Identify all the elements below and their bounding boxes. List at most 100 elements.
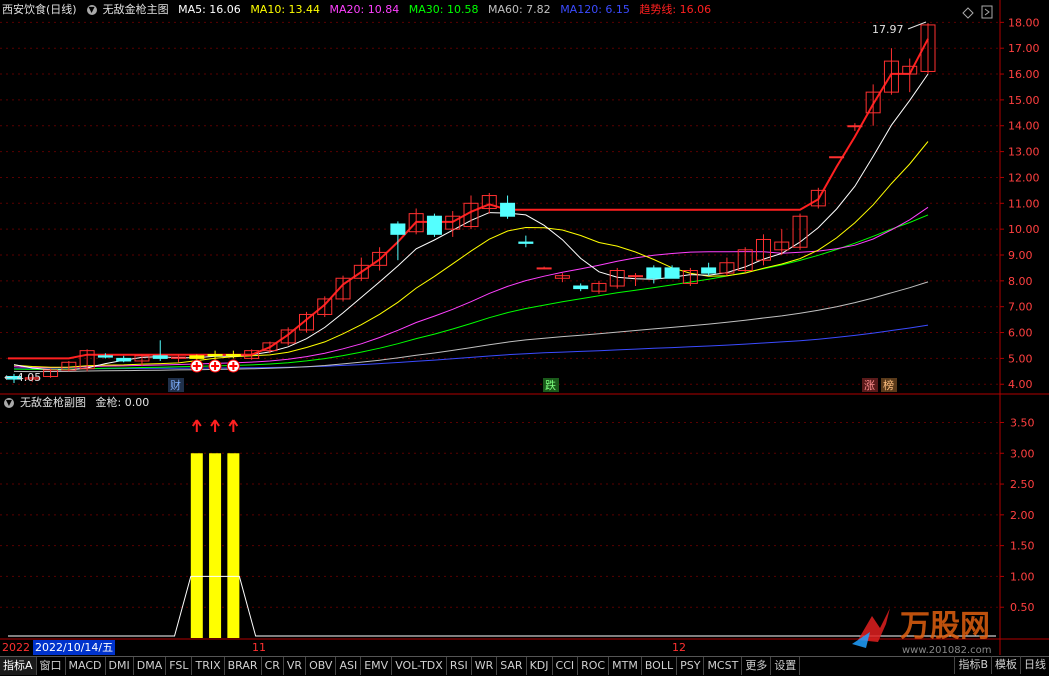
tab-cci[interactable]: CCI bbox=[553, 657, 579, 675]
watermark-icon: 万股网 www.201082.com bbox=[852, 608, 992, 656]
main-axis-label: 11.00 bbox=[1008, 197, 1040, 210]
collapse-sub-icon[interactable]: ▼ bbox=[4, 398, 14, 408]
trend-line bbox=[8, 38, 929, 360]
tab-rsi[interactable]: RSI bbox=[447, 657, 472, 675]
tab-brar[interactable]: BRAR bbox=[225, 657, 262, 675]
jinqiang-bar bbox=[227, 453, 240, 638]
window-toggle-icon bbox=[981, 5, 993, 19]
tag-bang: 榜 bbox=[883, 378, 894, 392]
tab-macd[interactable]: MACD bbox=[66, 657, 106, 675]
sub-axis-label: 3.00 bbox=[1010, 447, 1035, 460]
main-axis-label: 4.00 bbox=[1008, 378, 1033, 391]
main-axis-label: 13.00 bbox=[1008, 146, 1040, 159]
ma120-label: MA120: 6.15 bbox=[560, 3, 630, 16]
tab-obv[interactable]: OBV bbox=[306, 657, 337, 675]
right-tab-0[interactable]: 指标B bbox=[954, 656, 991, 674]
signal-arrow-icon bbox=[228, 419, 239, 432]
ma20-label: MA20: 10.84 bbox=[329, 3, 400, 16]
month-12-label: 12 bbox=[672, 641, 686, 654]
tab-trix[interactable]: TRIX bbox=[192, 657, 225, 675]
ma5-label: MA5: 16.06 bbox=[178, 3, 241, 16]
high-price-pointer bbox=[907, 21, 927, 30]
tab-item-25[interactable]: 设置 bbox=[771, 657, 801, 675]
sub-axis-label: 3.50 bbox=[1010, 416, 1035, 429]
right-tab-2[interactable]: 日线 bbox=[1020, 656, 1049, 674]
main-axis-label: 9.00 bbox=[1008, 249, 1033, 262]
tab-voltdx[interactable]: VOL-TDX bbox=[392, 657, 447, 675]
tab-emv[interactable]: EMV bbox=[361, 657, 393, 675]
tab-asi[interactable]: ASI bbox=[336, 657, 362, 675]
tab-psy[interactable]: PSY bbox=[677, 657, 705, 675]
year-label: 2022 bbox=[2, 641, 30, 654]
sub-chart-header: ▼ 无敌金枪副图 金枪: 0.00 bbox=[0, 395, 155, 411]
signal-arrow-icon bbox=[191, 419, 202, 432]
candle-body bbox=[628, 275, 644, 278]
main-chart-header: 西安饮食(日线) ▼ 无敌金枪主图 MA5: 16.06 MA10: 13.44 M… bbox=[0, 2, 717, 18]
main-axis-label: 18.00 bbox=[1008, 16, 1040, 29]
watermark-logo: 万股网 www.201082.com bbox=[840, 598, 1040, 658]
main-axis-label: 14.00 bbox=[1008, 120, 1040, 133]
tab-dmi[interactable]: DMI bbox=[106, 657, 134, 675]
tab-boll[interactable]: BOLL bbox=[642, 657, 678, 675]
ma60-label: MA60: 7.82 bbox=[487, 3, 551, 16]
tag-cai: 财 bbox=[170, 378, 181, 392]
tab-vr[interactable]: VR bbox=[284, 657, 307, 675]
watermark-sub: www.201082.com bbox=[902, 645, 992, 656]
tab-roc[interactable]: ROC bbox=[578, 657, 610, 675]
candle-body bbox=[207, 354, 223, 357]
tab-mtm[interactable]: MTM bbox=[609, 657, 642, 675]
collapse-main-icon[interactable]: ▼ bbox=[86, 5, 97, 15]
trend-line-label: 趋势线: 16.06 bbox=[639, 3, 712, 16]
tab-item-1[interactable]: 窗口 bbox=[37, 657, 66, 675]
candle-body bbox=[573, 285, 589, 290]
tag-die: 跌 bbox=[545, 378, 556, 392]
watermark-text: 万股网 bbox=[900, 609, 990, 644]
tab-cr[interactable]: CR bbox=[262, 657, 284, 675]
low-price-label: ← 4.05 bbox=[4, 371, 41, 384]
candle-body bbox=[116, 357, 132, 362]
candle-body bbox=[518, 241, 534, 244]
window-toggle-arrow-icon bbox=[984, 8, 990, 16]
candle-body bbox=[701, 267, 717, 274]
jinqiang-bar bbox=[209, 453, 222, 638]
candle-body bbox=[664, 267, 680, 279]
tab-a[interactable]: 指标A bbox=[0, 657, 37, 675]
ma30-line bbox=[13, 214, 929, 370]
main-axis-label: 15.00 bbox=[1008, 94, 1040, 107]
tab-wr[interactable]: WR bbox=[472, 657, 498, 675]
stock-name: 西安饮食(日线) bbox=[2, 3, 77, 16]
tab-sar[interactable]: SAR bbox=[497, 657, 527, 675]
chart-canvas[interactable]: 18.00 17.00 16.00 15.00 14.00 13.00 12.00 11.00… bbox=[0, 0, 1049, 675]
month-11-label: 11 bbox=[252, 641, 266, 654]
sub-axis-label: 1.00 bbox=[1010, 570, 1035, 583]
signal-arrow-icon bbox=[210, 419, 220, 432]
ma120-line bbox=[13, 324, 929, 370]
ma20-line bbox=[13, 206, 929, 369]
candle-body bbox=[646, 267, 662, 279]
candle-body bbox=[189, 355, 205, 359]
candle-body bbox=[426, 215, 442, 235]
jinqiang-bar bbox=[190, 453, 203, 638]
sub-value-label: 金枪: 0.00 bbox=[95, 396, 150, 409]
right-tab-group: 指标B 模板 日线 bbox=[954, 656, 1049, 675]
main-axis-label: 8.00 bbox=[1008, 275, 1033, 288]
main-axis-label: 5.00 bbox=[1008, 352, 1033, 365]
sub-axis-label: 2.00 bbox=[1010, 509, 1035, 522]
main-axis-label: 12.00 bbox=[1008, 171, 1040, 184]
right-tab-1[interactable]: 模板 bbox=[991, 656, 1020, 674]
sub-axis-label: 1.50 bbox=[1010, 540, 1035, 553]
main-axis-label: 17.00 bbox=[1008, 42, 1040, 55]
indicator-tab-bar: 指标A 窗口 MACD DMI DMA FSL TRIX BRAR CR VR OBV ASI EMV V… bbox=[0, 656, 1049, 676]
main-axis-label: 6.00 bbox=[1008, 327, 1033, 340]
candle-body bbox=[847, 125, 863, 128]
ma10-line bbox=[13, 141, 929, 368]
tab-kdj[interactable]: KDJ bbox=[527, 657, 553, 675]
tab-mcst[interactable]: MCST bbox=[704, 657, 743, 675]
tab-dma[interactable]: DMA bbox=[134, 657, 167, 675]
sub-axis-label: 2.50 bbox=[1010, 478, 1035, 491]
candle-body bbox=[225, 354, 241, 357]
tab-fsl[interactable]: FSL bbox=[166, 657, 193, 675]
main-axis-label: 10.00 bbox=[1008, 223, 1040, 236]
tab-item-24[interactable]: 更多 bbox=[742, 657, 772, 675]
candle-body bbox=[536, 267, 552, 270]
